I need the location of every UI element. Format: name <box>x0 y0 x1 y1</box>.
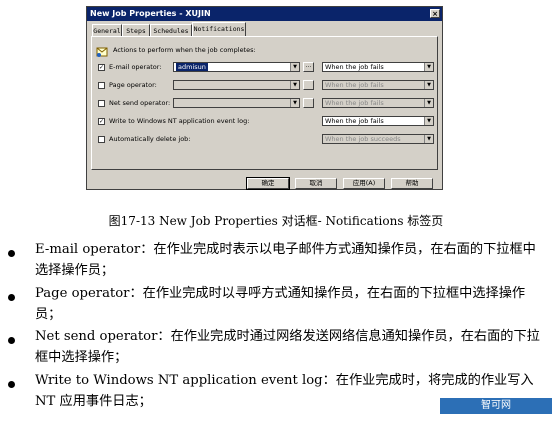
chevron-down-icon: ▼ <box>424 135 433 143</box>
bullet-dot <box>8 294 15 301</box>
actions-header-text: Actions to perform when the job complete… <box>113 46 256 54</box>
tab-steps-label: Steps <box>126 27 146 35</box>
chevron-down-icon: ▼ <box>424 117 433 125</box>
event-log-condition-value: When the job fails <box>325 117 384 125</box>
tab-general[interactable]: General <box>92 24 122 36</box>
bullet-email-operator: E-mail operator：在作业完成时表示以电子邮件方式通知操作员，在右面… <box>35 242 536 278</box>
dialog-title: New Job Properties - XUJIN <box>90 9 211 18</box>
site-watermark: 智可网 www.hzhike.com <box>440 398 552 427</box>
auto-delete-condition-select[interactable]: When the job succeeds ▼ <box>322 134 434 144</box>
ok-label: 确定 <box>261 179 275 187</box>
event-log-condition-select[interactable]: When the job fails ▼ <box>322 116 434 126</box>
page-browse-button[interactable] <box>303 80 314 90</box>
email-operator-select[interactable]: admisun ▼ <box>173 62 300 72</box>
notifications-panel: Actions to perform when the job complete… <box>91 36 438 170</box>
bullet-dot <box>8 381 15 388</box>
email-condition-select[interactable]: When the job fails ▼ <box>322 62 434 72</box>
page-condition-select[interactable]: When the job fails ▼ <box>322 80 434 90</box>
apply-label: 应用(A) <box>352 179 376 187</box>
chevron-down-icon: ▼ <box>290 99 299 107</box>
bullet-page-operator: Page operator：在作业完成时以寻呼方式通知操作员，在右面的下拉框中选… <box>35 286 526 322</box>
net-send-browse-button[interactable] <box>303 98 314 108</box>
job-properties-dialog: New Job Properties - XUJIN × General Ste… <box>86 6 443 190</box>
net-send-operator-label: Net send operator: <box>109 99 171 107</box>
help-label: 帮助 <box>405 179 419 187</box>
email-browse-button[interactable]: ... <box>303 62 314 72</box>
bullet-net-send-operator: Net send operator：在作业完成时通过网络发送网络信息通知操作员，… <box>35 329 540 365</box>
auto-delete-condition-value: When the job succeeds <box>325 135 401 143</box>
tab-general-label: General <box>93 27 121 35</box>
email-operator-checkbox[interactable]: ✓ <box>98 64 105 71</box>
cancel-label: 取消 <box>309 179 323 187</box>
page-condition-value: When the job fails <box>325 81 384 89</box>
email-operator-label: E-mail operator: <box>109 63 162 71</box>
job-notification-icon <box>96 42 108 57</box>
page-operator-label: Page operator: <box>109 81 157 89</box>
tab-schedules[interactable]: Schedules <box>150 24 192 36</box>
cancel-button[interactable]: 取消 <box>295 178 337 189</box>
chevron-down-icon: ▼ <box>290 63 299 71</box>
tab-schedules-label: Schedules <box>153 27 189 35</box>
auto-delete-checkbox[interactable] <box>98 136 105 143</box>
event-log-label: Write to Windows NT application event lo… <box>109 117 250 125</box>
auto-delete-label: Automatically delete job: <box>109 135 191 143</box>
apply-button[interactable]: 应用(A) <box>343 178 385 189</box>
close-button[interactable]: × <box>430 9 440 18</box>
tab-notifications[interactable]: Notifications <box>192 22 246 37</box>
close-icon: × <box>432 10 438 18</box>
ok-button[interactable]: 确定 <box>246 177 290 190</box>
tab-notifications-label: Notifications <box>193 25 245 33</box>
chevron-down-icon: ▼ <box>424 63 433 71</box>
email-operator-value: admisun <box>176 63 208 71</box>
net-send-condition-select[interactable]: When the job fails ▼ <box>322 98 434 108</box>
chevron-down-icon: ▼ <box>424 81 433 89</box>
email-condition-value: When the job fails <box>325 63 384 71</box>
net-send-operator-select[interactable]: ▼ <box>173 98 300 108</box>
email-browse-label: ... <box>305 62 312 69</box>
figure-caption: 图17-13 New Job Properties 对话框- Notificat… <box>108 214 444 228</box>
page-operator-select[interactable]: ▼ <box>173 80 300 90</box>
dialog-title-bar: New Job Properties - XUJIN × <box>87 7 442 21</box>
page-operator-checkbox[interactable] <box>98 82 105 89</box>
chevron-down-icon: ▼ <box>424 99 433 107</box>
bullet-dot <box>8 250 15 257</box>
bullet-dot <box>8 337 15 344</box>
chevron-down-icon: ▼ <box>290 81 299 89</box>
event-log-checkbox[interactable]: ✓ <box>98 118 105 125</box>
tab-steps[interactable]: Steps <box>122 24 150 36</box>
net-send-operator-checkbox[interactable] <box>98 100 105 107</box>
net-send-condition-value: When the job fails <box>325 99 384 107</box>
help-button[interactable]: 帮助 <box>391 178 433 189</box>
